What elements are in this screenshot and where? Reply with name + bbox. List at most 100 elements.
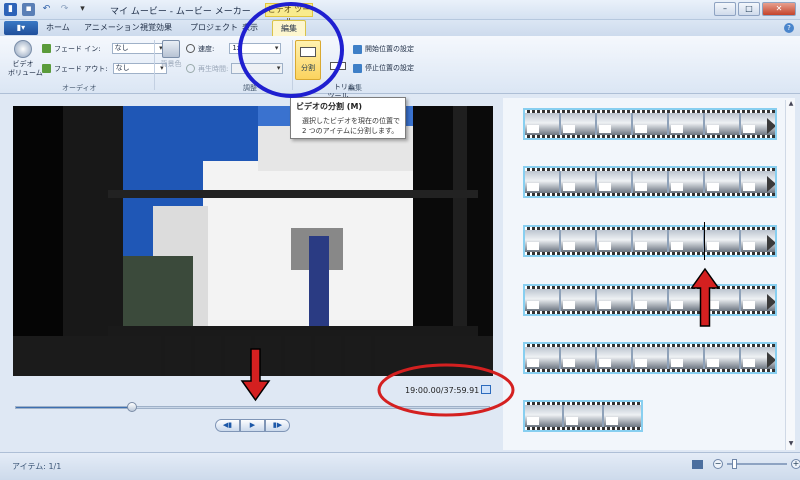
clip-frame-thumbnail (597, 230, 631, 252)
tab-home[interactable]: ホーム (46, 22, 70, 33)
video-volume-label: ビデオ ボリューム (8, 60, 43, 77)
video-volume-button[interactable]: ビデオ ボリューム (8, 40, 43, 78)
clip-frame-thumbnail (603, 405, 641, 427)
fade-in-row: フェード イン: なし (42, 43, 166, 54)
scroll-up-icon[interactable]: ▲ (786, 100, 796, 110)
strip-end-marker (767, 352, 775, 368)
clip-frames (525, 230, 775, 252)
clip-frame-thumbnail (633, 113, 667, 135)
fade-out-icon (42, 64, 51, 73)
clip-frame-thumbnail (705, 113, 739, 135)
fullscreen-icon[interactable] (481, 385, 491, 394)
zoom-slider-knob[interactable] (732, 459, 737, 469)
previous-frame-button[interactable]: ◀▮ (215, 419, 240, 432)
maximize-button[interactable]: □ (738, 2, 760, 16)
minimize-button[interactable]: – (714, 2, 736, 16)
seek-bar[interactable] (15, 402, 490, 412)
zoom-control: − + (692, 459, 800, 469)
split-button[interactable]: 分割 (295, 40, 321, 80)
ribbon: ビデオ ボリューム フェード イン: なし フェード アウト: なし オーディオ… (0, 36, 800, 100)
quick-access-toolbar: ▮ ▪ ↶ ↷ ▾ (4, 3, 89, 16)
tooltip-body-line1: 選択したビデオを現在の位置で (302, 117, 400, 125)
clip-frame-thumbnail (669, 171, 703, 193)
video-frame-image (13, 106, 493, 376)
thumbnail-size-icon[interactable] (692, 459, 703, 469)
clip-frame-thumbnail (525, 289, 559, 311)
file-menu-button[interactable]: ▮▾ (4, 21, 38, 35)
customize-qat-icon[interactable]: ▾ (76, 3, 89, 16)
set-start-label: 開始位置の設定 (365, 45, 414, 53)
speed-combo[interactable]: 1x (229, 43, 282, 54)
speaker-icon (14, 40, 32, 58)
scroll-down-icon[interactable]: ▼ (786, 440, 796, 450)
fade-in-label: フェード イン: (54, 44, 101, 53)
next-frame-button[interactable]: ▮▶ (265, 419, 290, 432)
undo-icon[interactable]: ↶ (40, 3, 53, 16)
clip-strip[interactable] (523, 166, 777, 198)
trim-icon (330, 62, 346, 70)
clip-frame-thumbnail (633, 347, 667, 369)
duration-combo (231, 63, 284, 74)
storyboard-pane[interactable] (503, 98, 795, 450)
clip-frame-thumbnail (564, 405, 602, 427)
duration-label: 再生時間: (198, 64, 229, 73)
tab-project[interactable]: プロジェクト (190, 22, 238, 33)
tab-animations[interactable]: アニメーション (84, 22, 140, 33)
close-button[interactable]: ✕ (762, 2, 796, 16)
adjust-group-label: 調整 (243, 84, 257, 92)
set-end-button[interactable]: 停止位置の設定 (353, 63, 414, 73)
seek-thumb[interactable] (126, 402, 137, 412)
background-color-button[interactable]: 背景色 (158, 40, 184, 69)
save-icon[interactable]: ▪ (22, 3, 35, 16)
tooltip-title: ビデオの分割 (M) (296, 102, 363, 111)
split-tooltip: ビデオの分割 (M) 選択したビデオを現在の位置で 2 つのアイテムに分割します… (290, 97, 406, 139)
clip-strip[interactable] (523, 108, 777, 140)
speed-icon (186, 44, 195, 53)
zoom-slider[interactable] (727, 459, 787, 469)
title-bar: ▮ ▪ ↶ ↷ ▾ マイ ムービー - ムービー メーカー ビデオ ツール – … (0, 0, 800, 26)
clip-frame-thumbnail (597, 171, 631, 193)
clip-frames (525, 405, 641, 427)
separator (292, 40, 293, 90)
redo-icon[interactable]: ↷ (58, 3, 71, 16)
clip-frame-thumbnail (633, 289, 667, 311)
clip-frames (525, 171, 775, 193)
duration-row: 再生時間: (186, 63, 284, 74)
tooltip-body-line2: 2 つのアイテムに分割します。 (302, 127, 399, 135)
background-color-label: 背景色 (160, 60, 182, 68)
fade-out-row: フェード アウト: なし (42, 63, 167, 74)
set-start-button[interactable]: 開始位置の設定 (353, 44, 414, 54)
clip-frames (525, 347, 775, 369)
clip-frame-thumbnail (633, 171, 667, 193)
clip-frame-thumbnail (525, 347, 559, 369)
set-end-label: 停止位置の設定 (365, 64, 414, 72)
clip-frame-thumbnail (705, 347, 739, 369)
storyboard-playhead[interactable] (704, 222, 705, 260)
clip-frame-thumbnail (525, 171, 559, 193)
help-icon[interactable]: ? (784, 23, 794, 33)
strip-end-marker (767, 294, 775, 310)
app-menu-icon[interactable]: ▮ (4, 3, 17, 16)
strip-end-marker (767, 235, 775, 251)
clip-strip[interactable] (523, 400, 643, 432)
clip-strip[interactable] (523, 225, 777, 257)
tab-view[interactable]: 表示 (242, 22, 258, 33)
clip-strip[interactable] (523, 284, 777, 316)
clip-frame-thumbnail (597, 289, 631, 311)
zoom-in-button[interactable]: + (791, 459, 800, 469)
fade-out-label: フェード アウト: (54, 64, 108, 73)
set-end-icon (353, 63, 362, 73)
clip-frame-thumbnail (669, 289, 703, 311)
tab-visual-effects[interactable]: 視覚効果 (140, 22, 172, 33)
clip-frame-thumbnail (633, 230, 667, 252)
status-bar: アイテム: 1/1 − + (0, 452, 800, 480)
play-button[interactable]: ▶ (240, 419, 265, 432)
clip-strip[interactable] (523, 342, 777, 374)
audio-group-label: オーディオ (62, 84, 97, 92)
zoom-out-button[interactable]: − (713, 459, 723, 469)
clip-frame-thumbnail (561, 347, 595, 369)
storyboard-scrollbar[interactable]: ▲ ▼ (785, 100, 795, 450)
video-preview[interactable] (13, 106, 493, 376)
tab-edit[interactable]: 編集 (272, 20, 306, 36)
clip-frame-thumbnail (597, 347, 631, 369)
